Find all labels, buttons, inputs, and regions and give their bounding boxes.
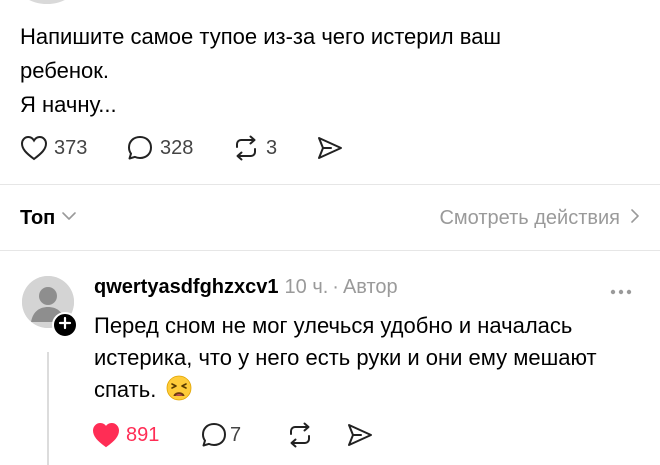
comment-reply-count: 7	[230, 423, 242, 446]
comment-bubble-icon	[126, 134, 154, 162]
section-divider	[0, 184, 660, 185]
post-share-button[interactable]	[316, 135, 344, 161]
author-tag: Автор	[342, 276, 398, 298]
post-text-line-3: Я начну...	[20, 92, 117, 117]
view-activity-label: Смотреть действия	[439, 206, 620, 229]
comment-reply-button[interactable]: 7	[200, 421, 286, 449]
meta-separator: ·	[332, 276, 339, 298]
plus-icon	[58, 316, 72, 335]
send-icon	[316, 135, 344, 161]
more-options-icon[interactable]	[610, 282, 632, 300]
sort-label: Топ	[20, 206, 56, 229]
comment-username[interactable]: qwertyasdfghzxcv1	[94, 276, 279, 299]
repost-icon	[232, 135, 260, 161]
comment-actions: 891 7	[92, 420, 374, 450]
post-body: Напишите самое тупое из-за чего истерил …	[20, 20, 640, 122]
post-text-line-2: ребенок.	[20, 58, 109, 83]
send-icon	[346, 422, 374, 448]
weary-face-icon	[166, 375, 192, 410]
follow-button[interactable]	[52, 312, 78, 338]
replies-sort-bar: Топ Смотреть действия	[20, 205, 640, 231]
heart-filled-icon	[92, 422, 120, 448]
view-activity-link[interactable]: Смотреть действия	[439, 207, 640, 230]
post-like-button[interactable]: 373	[20, 135, 126, 161]
comment-bubble-icon	[200, 421, 228, 449]
comment-like-button[interactable]: 891	[92, 422, 200, 448]
sort-divider	[0, 250, 660, 251]
post-like-count: 373	[54, 136, 88, 159]
repost-icon	[286, 422, 314, 448]
chevron-right-icon	[620, 207, 640, 230]
post-actions: 373 328 3	[20, 133, 344, 163]
post-text-line-1: Напишите самое тупое из-за чего истерил …	[20, 24, 502, 49]
comment-time: 10 ч.	[284, 276, 329, 298]
chevron-down-icon	[61, 209, 77, 227]
post-repost-count: 3	[266, 136, 278, 159]
previous-avatar-edge	[16, 0, 78, 4]
comment-share-button[interactable]	[346, 422, 374, 448]
comment-body: Перед сном не мог улечься удобно и начал…	[94, 310, 644, 410]
sort-dropdown[interactable]: Топ	[20, 207, 77, 230]
heart-icon	[20, 135, 48, 161]
post-reply-count: 328	[160, 136, 194, 159]
comment-header: qwertyasdfghzxcv1 10 ч. · Автор	[94, 276, 398, 300]
comment-repost-button[interactable]	[286, 422, 346, 448]
post-repost-button[interactable]: 3	[232, 135, 316, 161]
comment-like-count: 891	[126, 423, 160, 446]
comment-meta: 10 ч. · Автор	[285, 276, 398, 299]
thread-line	[47, 352, 49, 465]
post-reply-button[interactable]: 328	[126, 134, 232, 162]
